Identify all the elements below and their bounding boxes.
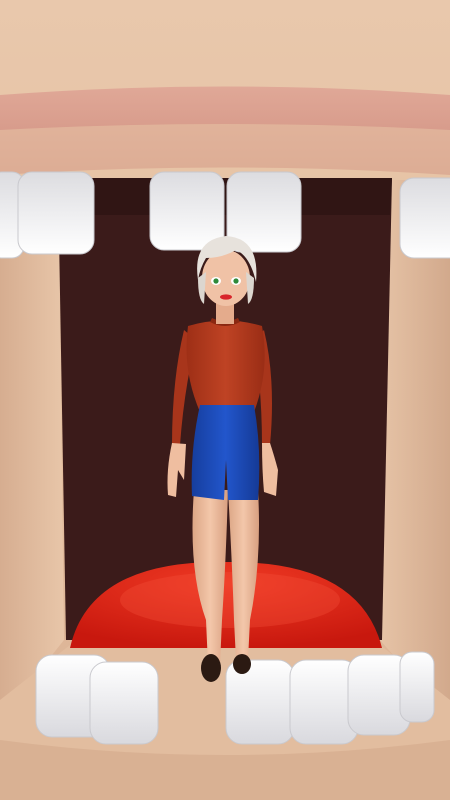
upper-tooth xyxy=(399,177,450,259)
right-shoe xyxy=(233,654,251,674)
game-scene[interactable] xyxy=(0,0,450,800)
upper-tooth xyxy=(17,171,95,255)
right-eye xyxy=(233,278,239,284)
lips xyxy=(220,294,232,300)
left-shoe xyxy=(201,654,221,682)
left-cheek xyxy=(0,180,64,720)
sweater-top xyxy=(186,320,265,412)
right-cheek xyxy=(380,180,450,720)
left-eye xyxy=(213,278,219,284)
mouth-scene-svg xyxy=(0,0,450,800)
upper-tooth xyxy=(149,171,225,251)
lower-tooth xyxy=(89,661,159,745)
lower-tooth xyxy=(225,659,295,745)
